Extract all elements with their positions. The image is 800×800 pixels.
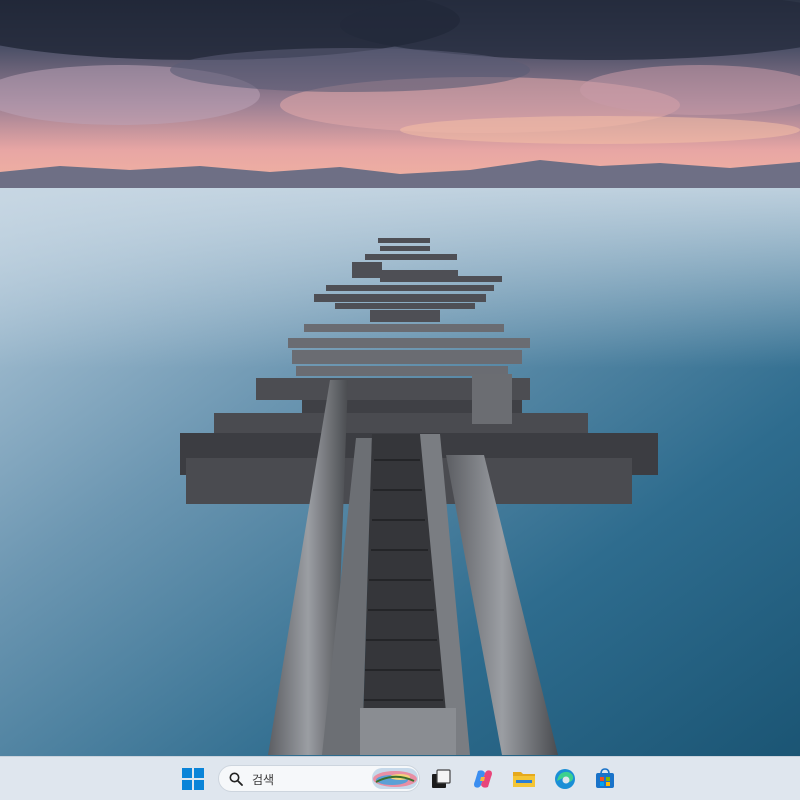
store-bag-icon	[596, 768, 614, 788]
edge-browser-icon	[555, 769, 575, 789]
task-view-button[interactable]	[428, 766, 454, 792]
file-explorer-button[interactable]	[511, 766, 537, 792]
microsoft-store-button[interactable]	[592, 766, 618, 792]
folder-icon	[513, 772, 535, 787]
desktop: 검색	[0, 0, 800, 800]
task-view-icon	[432, 769, 451, 788]
search-placeholder: 검색	[252, 773, 275, 787]
search-highlight-image[interactable]	[372, 768, 418, 789]
taskbar-search-box[interactable]: 검색	[218, 765, 420, 792]
desktop-wallpaper	[0, 0, 800, 756]
magnifier-icon	[229, 772, 243, 786]
start-button[interactable]	[180, 766, 206, 792]
windows-logo-icon	[182, 768, 204, 790]
copilot-icon	[474, 770, 492, 788]
edge-button[interactable]	[552, 766, 578, 792]
copilot-button[interactable]	[470, 766, 496, 792]
taskbar: 검색	[0, 756, 800, 800]
